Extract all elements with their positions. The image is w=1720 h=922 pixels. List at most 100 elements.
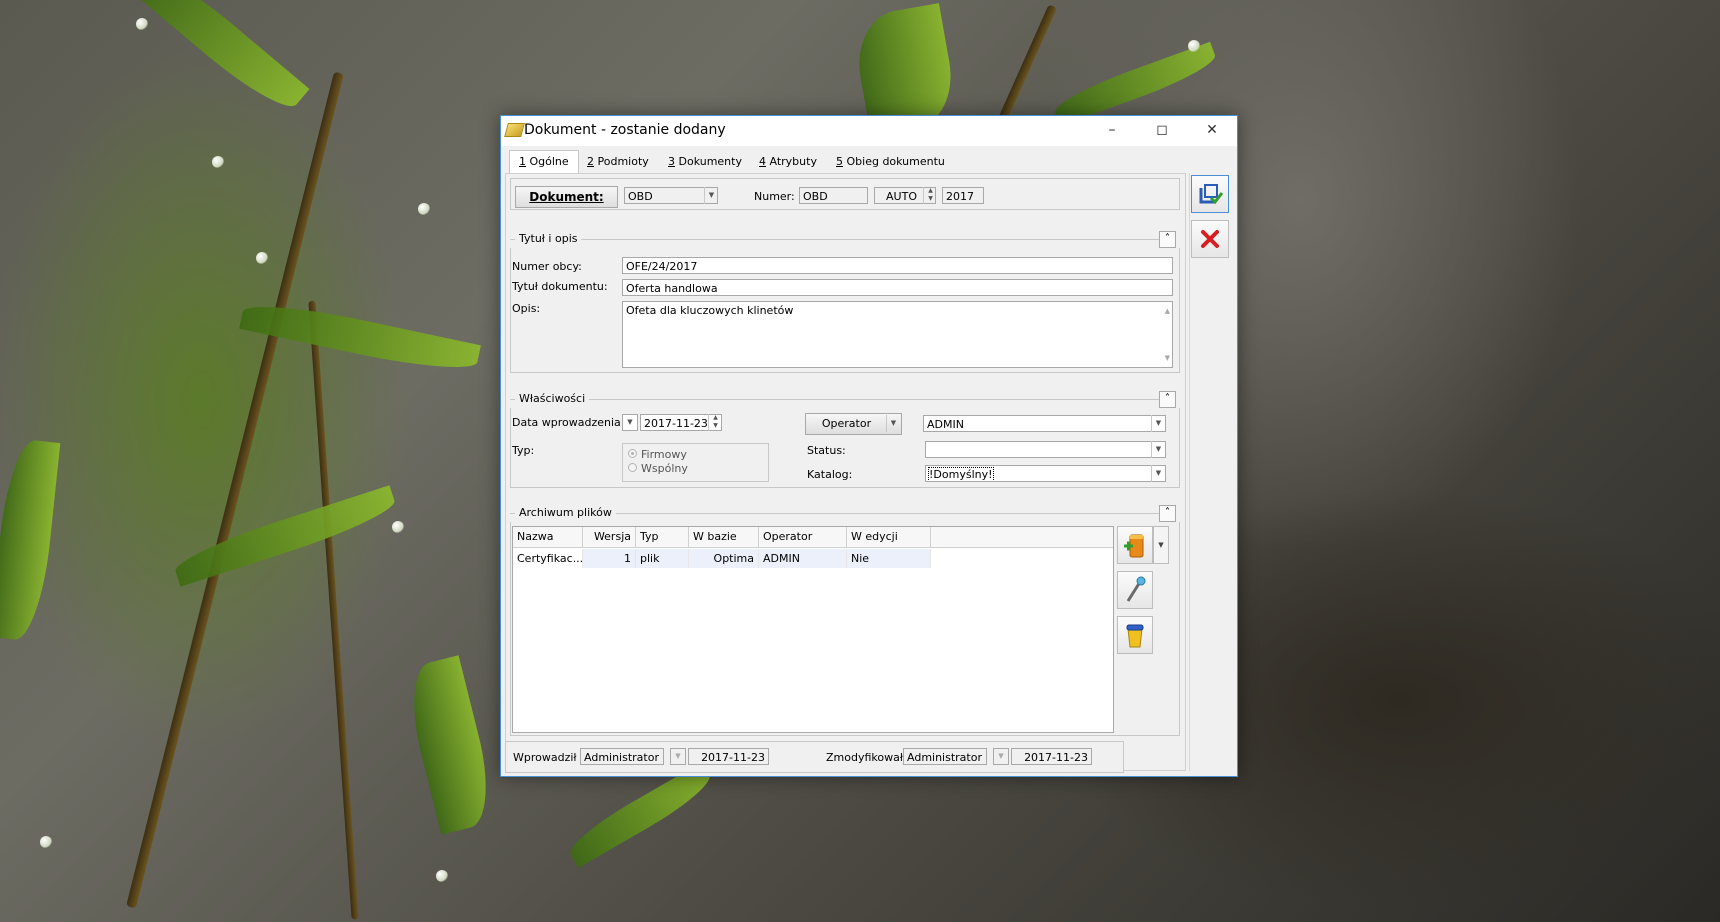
- tab-podmioty[interactable]: 2 Podmioty: [578, 151, 658, 172]
- window-title: Dokument - zostanie dodany: [524, 122, 726, 138]
- numer-year-field[interactable]: 2017: [942, 187, 984, 204]
- table-cell: plik: [636, 549, 689, 568]
- save-button[interactable]: [1191, 175, 1229, 213]
- column-header[interactable]: W edycji: [847, 527, 931, 548]
- status-label: Status:: [807, 444, 846, 457]
- radio-firmowy-label: Firmowy: [641, 448, 687, 461]
- table-cell: Nie: [847, 549, 931, 568]
- radio-wspolny[interactable]: [628, 463, 637, 472]
- column-header-filler: [931, 527, 1113, 548]
- scroll-up-icon[interactable]: ▲: [1165, 304, 1170, 318]
- edit-file-button[interactable]: [1117, 571, 1153, 609]
- maximize-button[interactable]: ◻: [1139, 116, 1185, 146]
- tab-label: Ogólne: [526, 155, 569, 168]
- radio-wspolny-label: Wspólny: [641, 462, 688, 475]
- plant-stem: [126, 71, 344, 909]
- tab-atrybuty[interactable]: 4 Atrybuty: [750, 151, 826, 172]
- chevron-down-icon[interactable]: ▼: [1153, 526, 1169, 564]
- section-title-tytul: Tytuł i opis: [515, 232, 582, 245]
- zmodyfikowal-label: Zmodyfikował:: [826, 751, 907, 764]
- zmodyfikowal-field: Administrator: [903, 748, 987, 765]
- katalog-select[interactable]: !Domyślny!: [925, 465, 1166, 482]
- numer-obcy-input[interactable]: OFE/24/2017: [622, 257, 1173, 274]
- chevron-down-icon[interactable]: ▼: [704, 187, 718, 204]
- tab-label: Podmioty: [594, 155, 649, 168]
- tytul-input[interactable]: Oferta handlowa: [622, 279, 1173, 296]
- section-title-wlasciwosci: Właściwości: [515, 392, 590, 405]
- table-cell: 1: [583, 549, 636, 568]
- water-drop: [392, 521, 404, 533]
- wprowadzil-date: 2017-11-23: [688, 748, 769, 765]
- tytul-label: Tytuł dokumentu:: [512, 280, 608, 293]
- document-app-icon: [504, 123, 525, 137]
- tab-dokumenty[interactable]: 3 Dokumenty: [659, 151, 751, 172]
- trash-icon: [1126, 624, 1144, 648]
- dokument-button[interactable]: Dokument:: [515, 186, 618, 208]
- tab-key: 5: [836, 155, 843, 168]
- plant-leaf: [563, 762, 717, 868]
- plant-leaf: [0, 437, 61, 643]
- table-cell: Optima: [689, 549, 759, 568]
- numer-spinner[interactable]: ▲ ▼: [923, 187, 937, 204]
- action-toolbar: [1189, 173, 1234, 771]
- column-header[interactable]: Typ: [636, 527, 689, 548]
- date-spinner[interactable]: ▲ ▼: [708, 414, 722, 431]
- column-header[interactable]: Wersja: [583, 527, 636, 548]
- table-cell: Certyfikac...: [513, 549, 583, 568]
- radio-selected-dot: [631, 452, 634, 455]
- zmodyfikowal-date: 2017-11-23: [1011, 748, 1092, 765]
- water-drop: [436, 870, 448, 882]
- data-wprowadzenia-label: Data wprowadzenia:: [512, 416, 625, 429]
- column-header[interactable]: W bazie: [689, 527, 759, 548]
- tab-label: Atrybuty: [766, 155, 817, 168]
- files-table[interactable]: Nazwa Wersja Typ W bazie Operator W edyc…: [512, 526, 1114, 733]
- water-drop: [256, 252, 268, 264]
- date-dropdown: ▼: [993, 748, 1009, 765]
- tab-key: 3: [668, 155, 675, 168]
- add-file-button[interactable]: [1117, 526, 1153, 564]
- scroll-down-icon[interactable]: ▼: [1165, 351, 1170, 365]
- operator-select[interactable]: ADMIN: [923, 415, 1166, 432]
- add-file-icon: [1124, 534, 1144, 558]
- chevron-down-icon[interactable]: ▼: [886, 415, 900, 432]
- numer-prefix-field[interactable]: OBD: [799, 187, 868, 204]
- wprowadzil-label: Wprowadził: [513, 751, 577, 764]
- tab-ogolne[interactable]: 1 Ogólne: [509, 150, 579, 174]
- section-divider: [510, 399, 1159, 400]
- minimize-button[interactable]: –: [1089, 116, 1135, 146]
- close-button[interactable]: ✕: [1189, 116, 1235, 146]
- chevron-down-icon[interactable]: ▼: [1151, 415, 1165, 432]
- date-dropdown: ▼: [670, 748, 686, 765]
- collapse-section-button[interactable]: ˄: [1159, 231, 1176, 248]
- delete-file-button[interactable]: [1117, 616, 1153, 654]
- water-drop: [418, 203, 430, 215]
- status-select[interactable]: [925, 441, 1166, 458]
- numer-label: Numer:: [754, 190, 795, 203]
- table-cell: ADMIN: [759, 549, 847, 568]
- opis-textarea[interactable]: Ofeta dla kluczowych klinetów ▲ ▼: [622, 301, 1173, 368]
- opis-text: Ofeta dla kluczowych klinetów: [626, 304, 794, 317]
- dokument-type-value: OBD: [628, 190, 653, 203]
- opis-label: Opis:: [512, 302, 541, 315]
- tab-obieg-dokumentu[interactable]: 5 Obieg dokumentu: [827, 151, 954, 172]
- collapse-section-button[interactable]: ˄: [1159, 505, 1176, 522]
- wprowadzil-field: Administrator: [580, 748, 664, 765]
- date-dropdown[interactable]: ▼: [622, 414, 638, 431]
- close-red-icon: [1201, 230, 1219, 248]
- water-drop: [212, 156, 224, 168]
- save-icon: [1199, 184, 1224, 205]
- operator-button-label: Operator: [821, 417, 872, 430]
- tab-key: 2: [587, 155, 594, 168]
- document-dialog: Dokument - zostanie dodany – ◻ ✕ 1 Ogóln…: [500, 115, 1238, 777]
- cancel-button[interactable]: [1191, 220, 1229, 258]
- column-header[interactable]: Nazwa: [513, 527, 583, 548]
- tab-key: 1: [519, 155, 526, 168]
- column-header[interactable]: Operator: [759, 527, 847, 548]
- chevron-down-icon[interactable]: ▼: [1151, 465, 1165, 482]
- water-drop: [136, 18, 148, 30]
- water-drop: [40, 836, 52, 848]
- katalog-value: !Domyślny!: [928, 467, 994, 481]
- collapse-section-button[interactable]: ˄: [1159, 391, 1176, 408]
- chevron-down-icon[interactable]: ▼: [1151, 441, 1165, 458]
- tab-label: Dokumenty: [675, 155, 742, 168]
